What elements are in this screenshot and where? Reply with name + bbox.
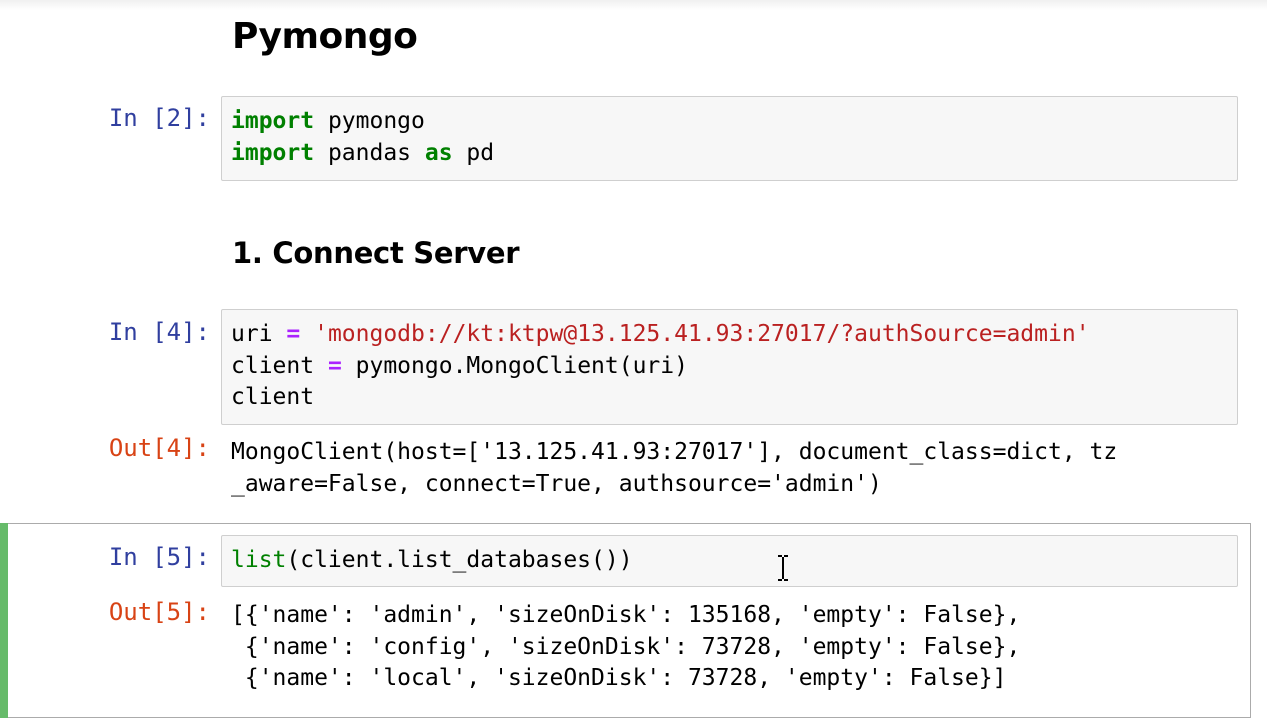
output-line: {'name': 'config', 'sizeOnDisk': 73728, … <box>231 633 1021 660</box>
input-prompt-2: In [2]: <box>108 104 210 132</box>
output-prompt-5: Out[5]: <box>108 598 210 626</box>
code-cell-2-editor[interactable]: import pymongo import pandas as pd <box>221 96 1238 181</box>
output-line: MongoClient(host=['13.125.41.93:27017'],… <box>231 439 1118 465</box>
code-cell-4-editor[interactable]: uri = 'mongodb://kt:ktpw@13.125.41.93:27… <box>221 309 1238 425</box>
notebook-top-shadow <box>0 0 1267 10</box>
keyword-import: import <box>231 139 315 166</box>
code-token: client <box>231 384 315 410</box>
code-cell-5-text[interactable]: list(client.list_databases()) <box>231 545 633 577</box>
input-prompt-4: In [4]: <box>108 318 210 346</box>
markdown-heading-connect-server: 1. Connect Server <box>232 236 520 270</box>
markdown-heading-pymongo: Pymongo <box>232 16 418 57</box>
operator-equals: = <box>286 321 301 347</box>
text-cursor-icon <box>778 555 788 581</box>
output-5-area: [{'name': 'admin', 'sizeOnDisk': 135168,… <box>231 600 1020 695</box>
code-token: pymongo <box>314 108 425 134</box>
code-cell-4-text[interactable]: uri = 'mongodb://kt:ktpw@13.125.41.93:27… <box>231 319 1090 414</box>
keyword-as: as <box>424 139 453 166</box>
code-token: pd <box>452 139 495 166</box>
output-line: [{'name': 'admin', 'sizeOnDisk': 135168,… <box>231 602 1021 628</box>
operator-equals: = <box>327 352 342 379</box>
builtin-list: list <box>231 547 287 573</box>
code-token: client <box>231 352 328 379</box>
code-token: (client.list_databases()) <box>286 547 633 573</box>
output-prompt-4: Out[4]: <box>108 434 210 462</box>
output-line: {'name': 'local', 'sizeOnDisk': 73728, '… <box>231 665 1007 691</box>
input-prompt-5: In [5]: <box>108 543 210 571</box>
output-line: _aware=False, connect=True, authsource='… <box>231 470 882 497</box>
code-token: uri <box>231 321 287 347</box>
keyword-import: import <box>231 108 315 134</box>
code-cell-2-text[interactable]: import pymongo import pandas as pd <box>231 106 494 169</box>
code-token: pymongo.MongoClient(uri) <box>341 352 688 379</box>
code-cell-5-editor[interactable]: list(client.list_databases()) <box>221 535 1238 587</box>
output-4-area: MongoClient(host=['13.125.41.93:27017'],… <box>231 437 1117 500</box>
code-token: pandas <box>314 139 425 166</box>
string-literal: 'mongodb://kt:ktpw@13.125.41.93:27017/?a… <box>300 321 1090 347</box>
